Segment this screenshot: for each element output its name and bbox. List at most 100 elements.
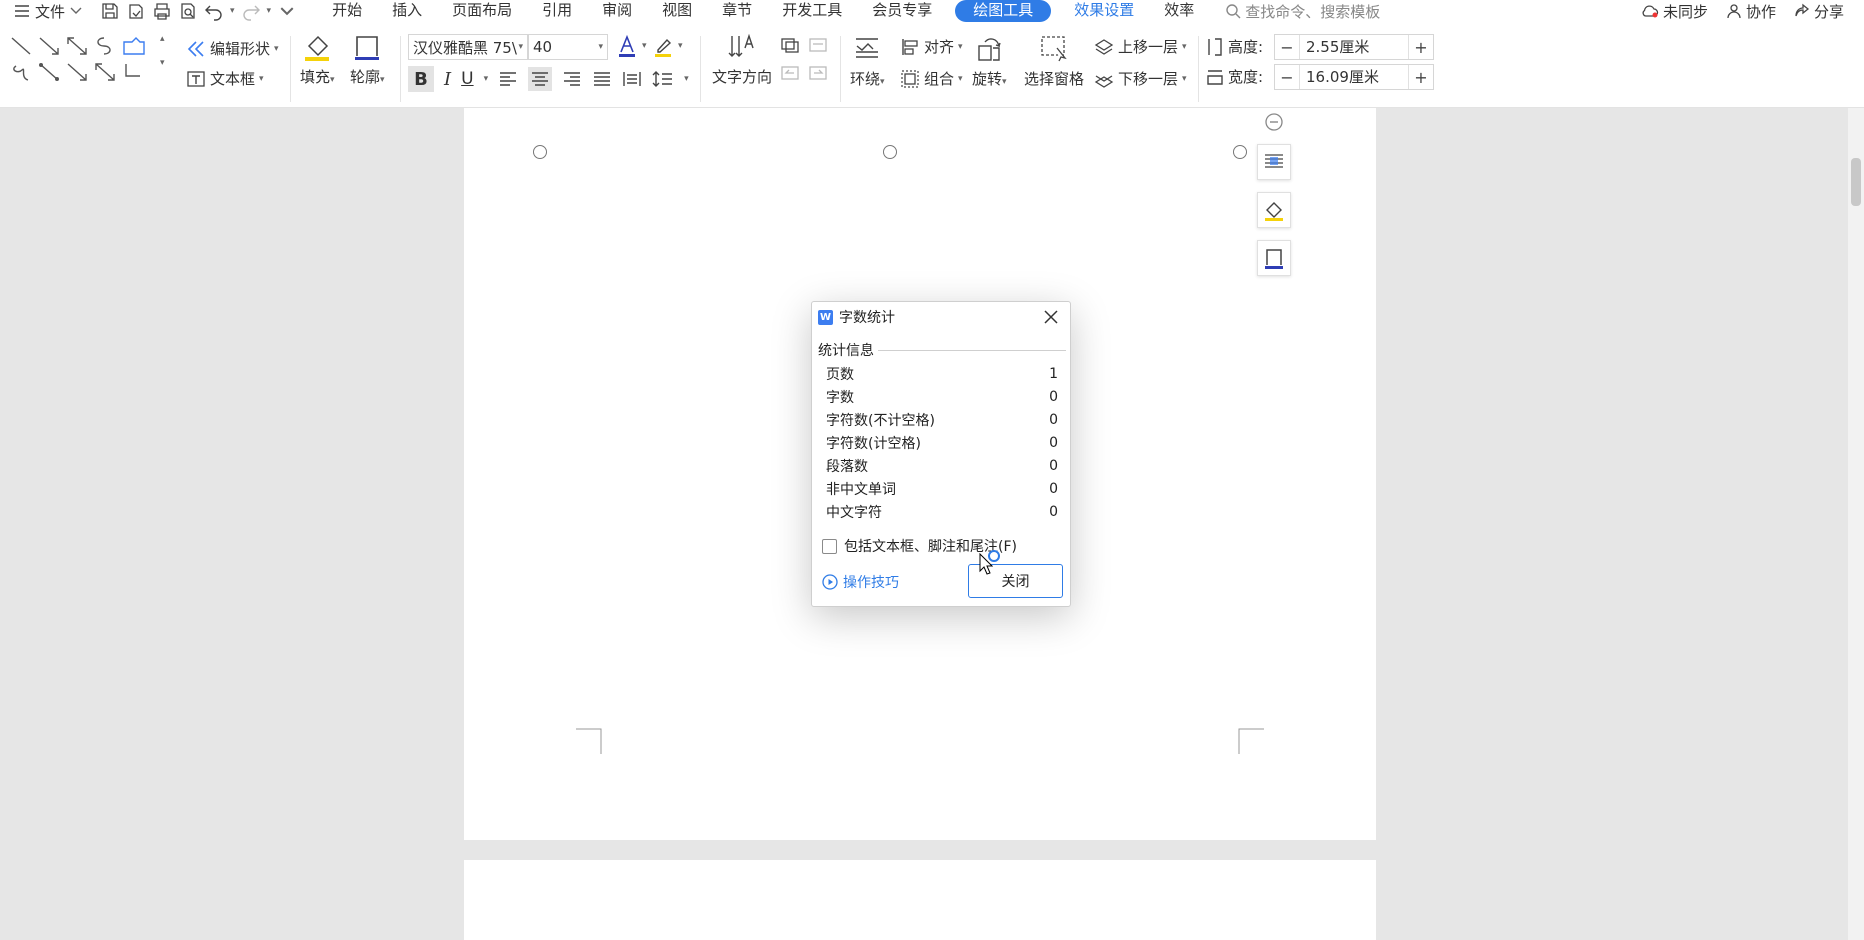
edit-shape-button[interactable]: 编辑形状 ▾: [186, 38, 279, 59]
align-left-icon[interactable]: [498, 70, 518, 88]
margin-corner-bottom-right: [1238, 728, 1264, 754]
font-name-select[interactable]: 汉仪雅酷黑 75\ ▾: [408, 34, 528, 60]
stat-label: 中文字符: [826, 504, 882, 521]
resize-handle-top-left[interactable]: [533, 145, 547, 159]
underline-dropdown-icon[interactable]: ▾: [484, 74, 489, 84]
wrap-button[interactable]: 环绕▾: [850, 34, 885, 89]
redo-icon[interactable]: [241, 1, 261, 21]
font-color-icon: [619, 34, 635, 57]
width-increase-button[interactable]: +: [1409, 68, 1433, 87]
stat-row-chars-with-spaces: 字符数(计空格) 0: [826, 431, 1058, 454]
command-search[interactable]: 查找命令、搜索模板: [1225, 1, 1380, 22]
collaborate-button[interactable]: 协作: [1726, 1, 1776, 22]
close-icon[interactable]: [1042, 308, 1060, 326]
tab-view[interactable]: 视图: [647, 0, 707, 22]
width-input[interactable]: 16.09厘米: [1299, 65, 1409, 89]
underline-icon[interactable]: U: [461, 69, 473, 89]
tab-home[interactable]: 开始: [317, 0, 377, 22]
customize-toolbar-icon[interactable]: [277, 1, 297, 21]
shape-gallery[interactable]: [8, 34, 158, 86]
save-to-cloud-icon[interactable]: [126, 1, 146, 21]
resize-handle-top-right[interactable]: [1233, 145, 1247, 159]
highlight-button[interactable]: ▾: [652, 34, 683, 58]
height-increase-button[interactable]: +: [1409, 38, 1433, 57]
bring-forward-button[interactable]: 上移一层 ▾: [1094, 36, 1187, 57]
line-spacing-icon[interactable]: [652, 70, 674, 88]
outline-button[interactable]: 轮廓▾: [350, 32, 385, 87]
tab-review[interactable]: 审阅: [587, 0, 647, 22]
vertical-scrollbar[interactable]: [1848, 108, 1864, 940]
tab-member[interactable]: 会员专享: [857, 0, 947, 22]
shape-outline-button[interactable]: [1257, 240, 1291, 276]
outline-icon: [355, 36, 380, 60]
include-textboxes-checkbox[interactable]: [822, 538, 837, 554]
width-decrease-button[interactable]: −: [1275, 68, 1299, 87]
redo-dropdown-icon[interactable]: ▾: [267, 6, 272, 16]
stat-value: 0: [1049, 388, 1058, 405]
send-backward-button[interactable]: 下移一层 ▾: [1094, 68, 1187, 89]
justify-icon[interactable]: [592, 70, 612, 88]
scrollbar-thumb[interactable]: [1851, 158, 1861, 206]
print-preview-icon[interactable]: [178, 1, 198, 21]
document-page-next[interactable]: [464, 860, 1376, 940]
align-right-icon[interactable]: [562, 70, 582, 88]
width-label-group: 宽度:: [1206, 66, 1263, 87]
tab-effects[interactable]: 效果设置: [1059, 0, 1149, 22]
user-icon: [1727, 4, 1741, 19]
scroll-up-icon[interactable]: ▴: [160, 34, 165, 44]
tips-link[interactable]: 操作技巧: [822, 572, 899, 592]
tab-chapter[interactable]: 章节: [707, 0, 767, 22]
tab-insert[interactable]: 插入: [377, 0, 437, 22]
width-stepper[interactable]: − 16.09厘米 +: [1274, 64, 1434, 90]
align-objects-icon: [902, 38, 918, 55]
tab-page-layout[interactable]: 页面布局: [437, 0, 527, 22]
undo-dropdown-icon[interactable]: ▾: [230, 6, 235, 16]
bring-forward-dropdown-icon: ▾: [1182, 41, 1187, 52]
rotate-button[interactable]: 旋转▾: [972, 34, 1007, 89]
collapse-icon[interactable]: [1264, 112, 1284, 132]
align-label: 对齐: [924, 38, 955, 56]
font-size-select[interactable]: 40 ▾: [528, 34, 608, 60]
bold-icon[interactable]: B: [408, 66, 434, 92]
line-spacing-dropdown-icon[interactable]: ▾: [684, 74, 689, 84]
file-menu[interactable]: 文件: [0, 1, 92, 22]
shape-fill-button[interactable]: [1257, 192, 1291, 228]
selection-pane-button[interactable]: 选择窗格: [1024, 34, 1084, 89]
fill-button[interactable]: 填充▾: [300, 32, 335, 87]
word-count-dialog: W 字数统计 统计信息 页数 1 字数 0 字符数(不计空格) 0 字符数(计空格) 0…: [811, 301, 1071, 607]
group-button[interactable]: 组合 ▾: [900, 68, 963, 89]
layout-options-button[interactable]: [1257, 144, 1291, 180]
share-button[interactable]: 分享: [1794, 1, 1844, 22]
textbox-button[interactable]: 文本框 ▾: [186, 68, 264, 89]
font-color-button[interactable]: ▾: [616, 34, 647, 58]
sync-status-button[interactable]: 未同步: [1641, 1, 1708, 22]
save-icon[interactable]: [100, 1, 120, 21]
tab-developer[interactable]: 开发工具: [767, 0, 857, 22]
height-stepper[interactable]: − 2.55厘米 +: [1274, 34, 1434, 60]
shape-gallery-scroll[interactable]: ▴ ▾: [160, 34, 165, 68]
previous-textbox-icon[interactable]: [780, 64, 800, 82]
stat-row-pages: 页数 1: [826, 362, 1058, 385]
next-textbox-icon[interactable]: [808, 64, 828, 82]
stat-value: 0: [1049, 480, 1058, 497]
text-direction-button[interactable]: 文字方向: [712, 32, 772, 87]
align-button[interactable]: 对齐 ▾: [900, 36, 963, 57]
italic-icon[interactable]: I: [444, 69, 451, 90]
align-dropdown-icon: ▾: [958, 41, 963, 52]
undo-icon[interactable]: [204, 1, 224, 21]
tab-references[interactable]: 引用: [527, 0, 587, 22]
print-icon[interactable]: [152, 1, 172, 21]
collaborate-label: 协作: [1745, 2, 1776, 21]
tab-drawing-tools[interactable]: 绘图工具: [955, 0, 1052, 22]
height-input[interactable]: 2.55厘米: [1299, 35, 1409, 59]
align-center-icon[interactable]: [528, 67, 553, 91]
distributed-icon[interactable]: [622, 70, 642, 88]
resize-handle-top-center[interactable]: [883, 145, 897, 159]
scroll-down-icon[interactable]: ▾: [160, 58, 165, 68]
tab-efficiency[interactable]: 效率: [1149, 0, 1209, 22]
height-decrease-button[interactable]: −: [1275, 38, 1299, 57]
dialog-title-bar[interactable]: W 字数统计: [812, 302, 1070, 332]
create-link-icon[interactable]: [780, 36, 800, 54]
textbox-icon: [187, 70, 205, 87]
break-link-icon[interactable]: [808, 36, 828, 54]
